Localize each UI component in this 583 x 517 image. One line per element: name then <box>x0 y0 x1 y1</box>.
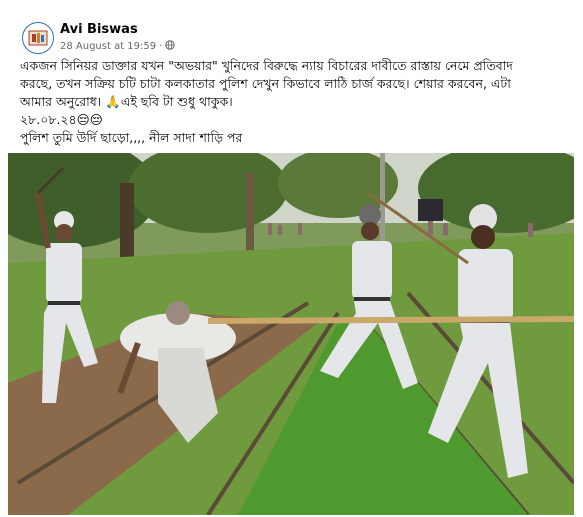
post-photo[interactable] <box>8 153 574 515</box>
post-text-line: ২৮.০৮.২৪😔😔 <box>20 112 103 127</box>
globe-icon <box>165 40 176 53</box>
post-text: একজন সিনিয়র ডাক্তার যখন "অভয়ার" খুনিদে… <box>20 57 565 147</box>
profile-avatar-icon[interactable] <box>22 22 54 54</box>
post-text-line: একজন সিনিয়র ডাক্তার যখন "অভয়ার" খুনিদে… <box>20 58 513 73</box>
post-text-line: আমার অনুরোধ। 🙏এই ছবি টা শুধু থাকুক। <box>20 94 233 109</box>
post-timestamp[interactable]: 28 August at 19:59 <box>60 41 156 52</box>
facebook-post-card: Avi Biswas 28 August at 19:59 · একজন সিন… <box>8 10 574 515</box>
post-text-line: করছে, তখন সক্রিয় চটি চাটা কলকাতার পুলিশ… <box>20 76 511 91</box>
meta-separator: · <box>159 41 163 52</box>
photo-illustration <box>8 153 574 515</box>
post-text-line: পুলিশ তুমি উর্দি ছাড়ো,,,, নীল সাদা শাড়… <box>20 130 243 145</box>
post-author-name[interactable]: Avi Biswas <box>60 22 138 37</box>
post-meta: 28 August at 19:59 · <box>60 40 176 53</box>
